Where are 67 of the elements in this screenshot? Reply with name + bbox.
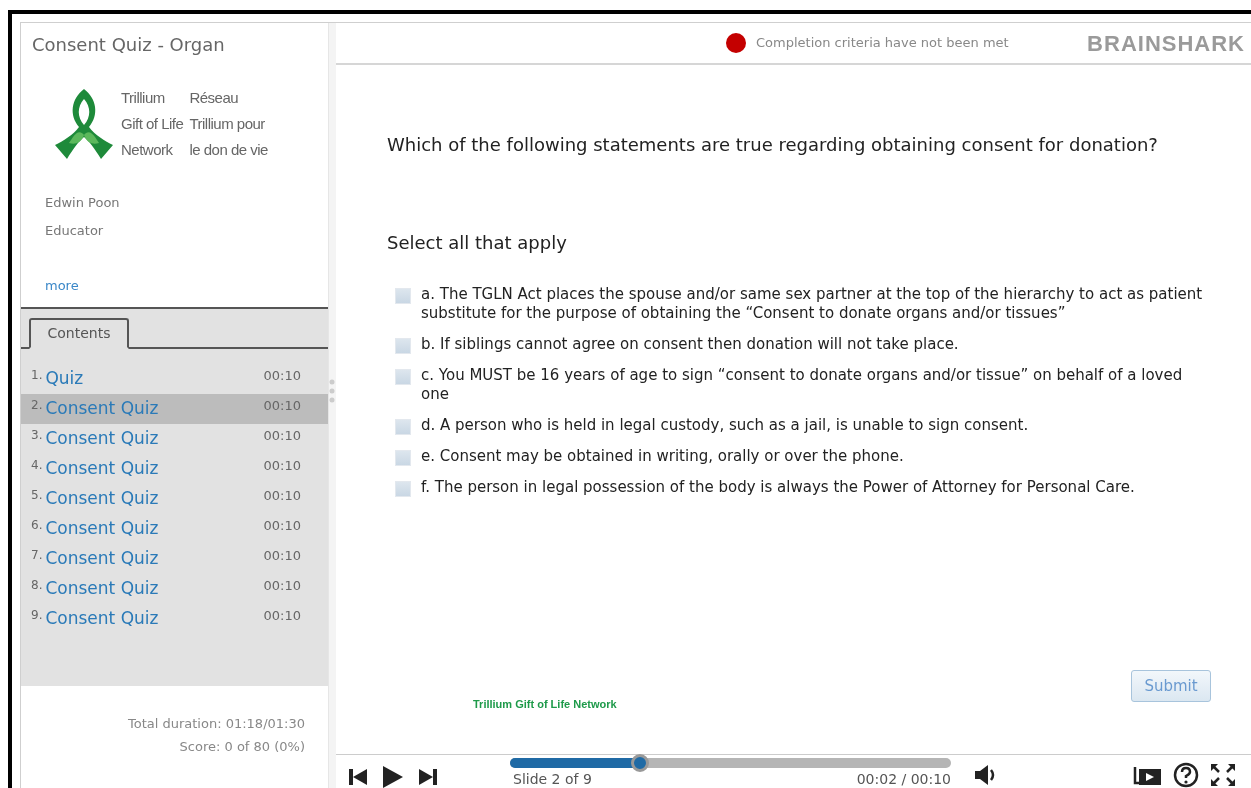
item-number: 3. bbox=[31, 427, 43, 444]
item-number: 6. bbox=[31, 517, 43, 534]
option-text: e. Consent may be obtained in writing, orally or over the phone. bbox=[421, 447, 904, 466]
item-duration: 00:10 bbox=[263, 367, 301, 386]
total-duration: Total duration: 01:18/01:30 bbox=[127, 715, 305, 733]
option-text: c. You MUST be 16 years of age to sign “consent to donate organs and/or tissue” on behalf of a loved one bbox=[421, 366, 1184, 404]
checkbox[interactable] bbox=[395, 450, 411, 466]
logo-text: Trillium bbox=[121, 88, 166, 108]
presenter-role: Educator bbox=[45, 221, 105, 240]
item-number: 8. bbox=[31, 577, 43, 594]
item-duration: 00:10 bbox=[263, 577, 301, 596]
item-number: 2. bbox=[31, 397, 43, 414]
instruction-text: Select all that apply bbox=[387, 231, 568, 255]
logo-text: Network bbox=[121, 140, 174, 160]
logo-text: Gift of Life bbox=[121, 114, 184, 134]
item-duration: 00:10 bbox=[263, 427, 301, 446]
submit-button[interactable]: Submit bbox=[1131, 670, 1211, 702]
question-text: Which of the following statements are true regarding obtaining consent for donation? bbox=[387, 133, 1159, 157]
item-title: Consent Quiz bbox=[45, 517, 159, 541]
checkbox[interactable] bbox=[395, 288, 411, 304]
item-title: Consent Quiz bbox=[45, 457, 159, 481]
footer-logo: Trillium Gift of Life Network bbox=[473, 696, 617, 712]
item-duration: 00:10 bbox=[263, 547, 301, 566]
item-title: Consent Quiz bbox=[45, 427, 159, 451]
help-icon[interactable] bbox=[1173, 762, 1199, 788]
play-icon[interactable] bbox=[382, 765, 404, 788]
item-title: Quiz bbox=[45, 367, 84, 391]
previous-icon[interactable] bbox=[348, 767, 368, 787]
item-number: 1. bbox=[31, 367, 43, 384]
item-duration: 00:10 bbox=[263, 457, 301, 476]
logo-text: Trillium pour bbox=[189, 114, 266, 134]
course-title: Consent Quiz - Organ bbox=[32, 32, 225, 57]
item-number: 4. bbox=[31, 457, 43, 474]
contents-tab[interactable]: Contents bbox=[29, 318, 129, 349]
logo-text: Réseau bbox=[189, 88, 240, 108]
option-text: a. The TGLN Act places the spouse and/or same sex partner at the top of the hierarchy to act as patient substitute for the purpose of obtaining the “Consent to donate organs and/or tissues” bbox=[421, 285, 1204, 323]
item-duration: 00:10 bbox=[263, 487, 301, 506]
score-text: Score: 0 of 80 (0%) bbox=[179, 738, 305, 756]
item-title: Consent Quiz bbox=[45, 397, 159, 421]
more-link[interactable]: more bbox=[45, 276, 79, 296]
progress-thumb[interactable] bbox=[631, 754, 650, 772]
option-text: d. A person who is held in legal custody, such as a jail, is unable to sign consent. bbox=[421, 416, 1029, 435]
item-title: Consent Quiz bbox=[45, 547, 159, 571]
checkbox[interactable] bbox=[395, 419, 411, 435]
completion-status: Completion criteria have not been met bbox=[756, 34, 1009, 53]
slide-counter: Slide 2 of 9 bbox=[513, 771, 592, 787]
checkbox[interactable] bbox=[395, 481, 411, 497]
option-text: f. The person in legal possession of the body is always the Power of Attorney for Personal Care. bbox=[421, 478, 1135, 497]
item-duration: 00:10 bbox=[263, 607, 301, 626]
item-title: Consent Quiz bbox=[45, 577, 159, 601]
item-number: 7. bbox=[31, 547, 43, 564]
item-title: Consent Quiz bbox=[45, 487, 159, 511]
brand-logo: BRAINSHARK bbox=[1087, 29, 1245, 58]
fullscreen-icon[interactable] bbox=[1209, 762, 1237, 788]
item-duration: 00:10 bbox=[263, 397, 301, 416]
logo-text: le don de vie bbox=[189, 140, 268, 160]
checkbox[interactable] bbox=[395, 338, 411, 354]
checkbox[interactable] bbox=[395, 369, 411, 385]
item-number: 5. bbox=[31, 487, 43, 504]
item-duration: 00:10 bbox=[263, 517, 301, 536]
item-title: Consent Quiz bbox=[45, 607, 159, 631]
next-icon[interactable] bbox=[418, 767, 438, 787]
resize-handle-icon[interactable] bbox=[329, 378, 335, 404]
item-number: 9. bbox=[31, 607, 43, 624]
time-readout: 00:02 / 00:10 bbox=[856, 771, 951, 787]
option-text: b. If siblings cannot agree on consent then donation will not take place. bbox=[421, 335, 959, 354]
presenter-name: Edwin Poon bbox=[45, 194, 121, 212]
